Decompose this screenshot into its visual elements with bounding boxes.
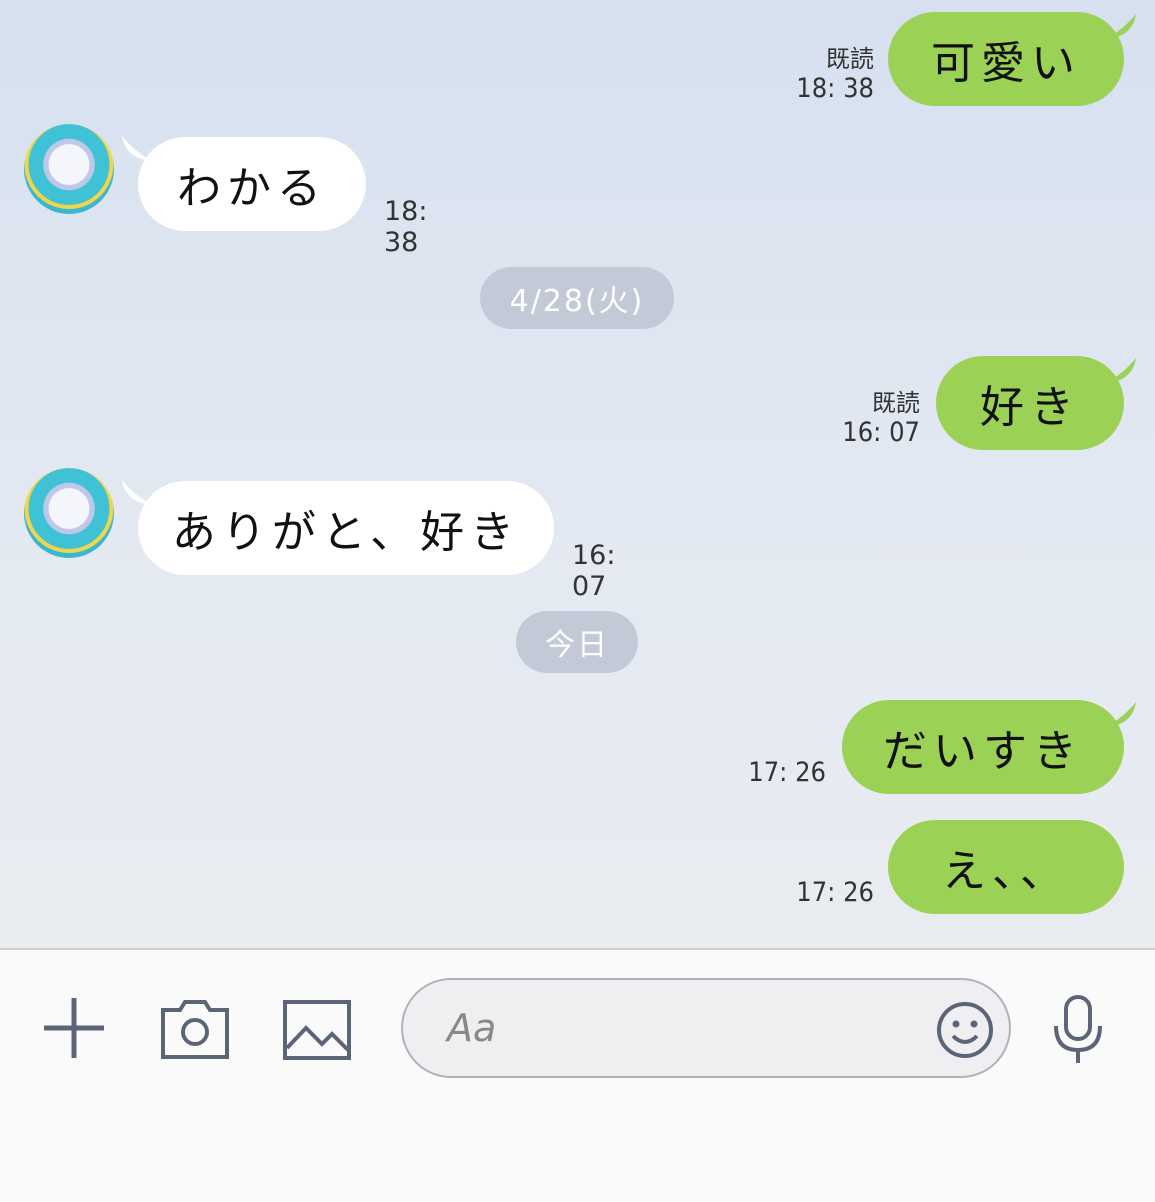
chat-area: 既読 18: 38 可愛い わかる 18: 38 4/28(火) 既読 16: … xyxy=(0,0,1155,948)
plus-icon[interactable] xyxy=(40,994,108,1062)
input-toolbar: Aa xyxy=(0,948,1155,1202)
message-time: 17: 26 xyxy=(796,877,874,908)
message-bubble[interactable]: 好き xyxy=(936,356,1124,450)
microphone-icon[interactable] xyxy=(1050,994,1106,1066)
message-time: 17: 26 xyxy=(748,757,826,788)
bubble-tail xyxy=(1108,702,1136,726)
camera-icon[interactable] xyxy=(158,996,232,1062)
date-separator: 4/28(火) xyxy=(480,267,674,329)
smiley-icon[interactable] xyxy=(935,1000,995,1060)
message-meta: 17: 26 xyxy=(740,758,826,788)
message-time: 18: 38 xyxy=(384,196,428,258)
message-bubble[interactable]: わかる xyxy=(138,137,366,231)
message-bubble[interactable]: ありがと、好き xyxy=(138,481,554,575)
message-time: 16: 07 xyxy=(572,540,616,602)
read-receipt: 既読 xyxy=(826,45,874,73)
message-bubble[interactable]: え、、 xyxy=(888,820,1124,914)
message-bubble[interactable]: だいすき xyxy=(842,700,1124,794)
message-meta: 既読 16: 07 xyxy=(836,388,920,448)
image-icon[interactable] xyxy=(282,998,352,1062)
avatar[interactable] xyxy=(24,468,114,558)
message-bubble[interactable]: 可愛い xyxy=(888,12,1124,106)
bubble-tail xyxy=(1108,358,1136,382)
message-meta: 既読 18: 38 xyxy=(790,44,874,104)
message-meta: 17: 26 xyxy=(788,878,874,908)
bubble-tail xyxy=(1108,14,1136,38)
input-placeholder: Aa xyxy=(447,1006,497,1050)
avatar[interactable] xyxy=(24,124,114,214)
date-separator: 今日 xyxy=(516,611,638,673)
message-time: 18: 38 xyxy=(796,73,874,104)
read-receipt: 既読 xyxy=(872,389,920,417)
message-time: 16: 07 xyxy=(842,417,920,448)
message-input[interactable]: Aa xyxy=(401,978,1011,1078)
